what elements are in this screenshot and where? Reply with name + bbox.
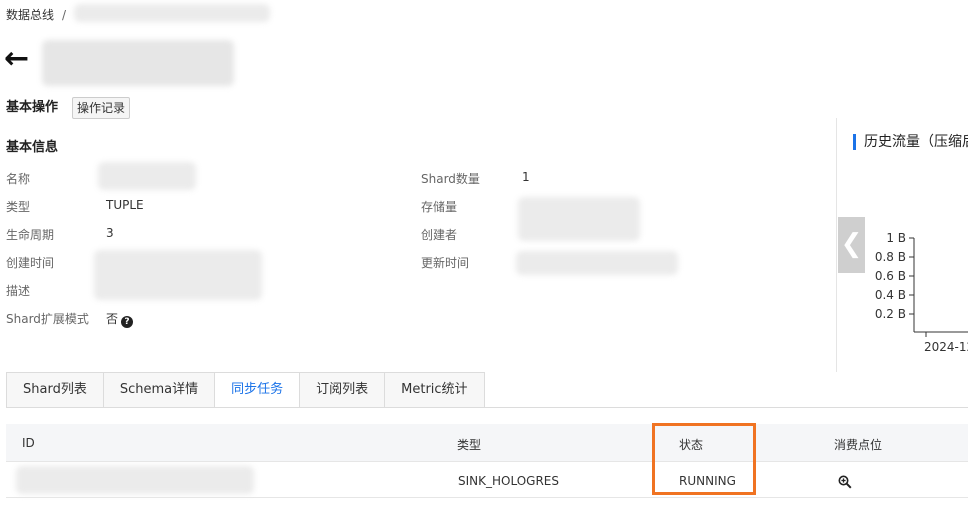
zoom-in-icon[interactable] xyxy=(838,475,852,489)
back-arrow-icon[interactable]: ← xyxy=(4,44,29,74)
name-value-redacted xyxy=(98,162,196,190)
type-label: 类型 xyxy=(6,200,31,214)
basic-info-title: 基本信息 xyxy=(6,140,59,155)
topic-title-redacted xyxy=(42,40,234,86)
table-header: ID 类型 状态 消费点位 xyxy=(6,424,968,462)
y-tick-label: 0.2 B xyxy=(874,307,906,321)
created-time-label: 创建时间 xyxy=(6,256,55,270)
created-time-value-redacted xyxy=(94,250,262,300)
type-value: TUPLE xyxy=(106,198,144,212)
status-highlight-box xyxy=(652,423,756,495)
shard-ext-mode-value: 否? xyxy=(106,310,134,328)
lifecycle-value: 3 xyxy=(106,226,114,240)
col-offset: 消费点位 xyxy=(834,438,883,452)
shard-count-label: Shard数量 xyxy=(421,172,480,186)
y-tick-label: 0.6 B xyxy=(874,269,906,283)
table-row: SINK_HOLOGRES RUNNING xyxy=(6,462,968,498)
storage-label: 存储量 xyxy=(421,200,458,214)
updated-time-label: 更新时间 xyxy=(421,256,470,270)
help-icon[interactable]: ? xyxy=(121,316,134,328)
breadcrumb-separator: / xyxy=(62,7,67,22)
x-tick-label: 2024-12 xyxy=(924,340,968,354)
chart-title: 历史流量（压缩后 xyxy=(853,134,968,150)
breadcrumb-root-link[interactable]: 数据总线 xyxy=(6,6,54,23)
tabs-underline xyxy=(6,407,968,408)
description-label: 描述 xyxy=(6,284,31,298)
breadcrumb-current-redacted xyxy=(74,4,270,22)
tab-subscriptions[interactable]: 订阅列表 xyxy=(299,372,385,408)
tab-sync-tasks[interactable]: 同步任务 xyxy=(214,372,300,408)
tab-shard-list[interactable]: Shard列表 xyxy=(6,372,103,408)
col-id: ID xyxy=(22,436,35,450)
y-tick-label: 0.4 B xyxy=(874,288,906,302)
y-tick-label: 0.8 B xyxy=(874,250,906,264)
task-id-redacted xyxy=(16,466,254,494)
y-tick-label: 1 B xyxy=(886,231,906,245)
chart-prev-button[interactable]: ❮ xyxy=(838,217,865,273)
col-type: 类型 xyxy=(457,438,482,452)
shard-count-value: 1 xyxy=(522,170,530,184)
shard-ext-mode-label: Shard扩展模式 xyxy=(6,312,89,326)
breadcrumb: 数据总线 / xyxy=(6,6,74,23)
chart-axes xyxy=(909,237,968,337)
row-type: SINK_HOLOGRES xyxy=(458,474,560,488)
shard-ext-mode-text: 否 xyxy=(106,312,119,326)
storage-value-redacted xyxy=(518,197,640,241)
tab-metric-stats[interactable]: Metric统计 xyxy=(384,372,485,408)
basic-ops-title: 基本操作 xyxy=(6,100,59,115)
operation-log-button[interactable]: 操作记录 xyxy=(72,97,131,119)
updated-time-value-redacted xyxy=(516,251,678,275)
tab-schema-detail[interactable]: Schema详情 xyxy=(102,372,215,408)
panel-divider xyxy=(836,118,837,372)
creator-label: 创建者 xyxy=(421,228,458,242)
lifecycle-label: 生命周期 xyxy=(6,228,55,242)
name-label: 名称 xyxy=(6,172,31,186)
detail-tabs: Shard列表 Schema详情 同步任务 订阅列表 Metric统计 xyxy=(6,372,485,408)
